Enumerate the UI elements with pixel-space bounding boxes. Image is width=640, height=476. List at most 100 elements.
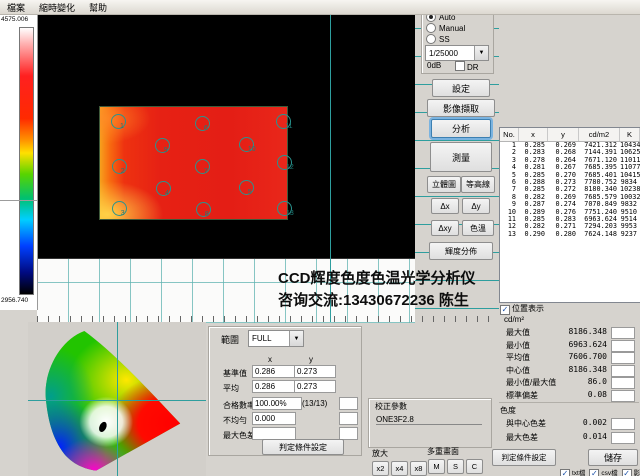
stat-indicator-box — [611, 377, 635, 389]
map3d-button[interactable]: 立體圖 — [427, 176, 461, 193]
measure-point-marker[interactable]: 1 — [111, 114, 126, 129]
measure-point-number: 7 — [204, 168, 208, 175]
delta-x-button[interactable]: Δx — [431, 198, 459, 214]
settings-button[interactable]: 設定 — [432, 79, 490, 97]
exposure-radio-ss[interactable]: SS — [426, 34, 493, 44]
menu-item[interactable]: 檔案 — [0, 1, 32, 14]
export-checkbox-影像檔[interactable]: 影像檔 — [622, 470, 640, 476]
measure-point-number: 11 — [285, 123, 292, 130]
export-checkbox-txt檔[interactable]: txt檔 — [560, 470, 585, 476]
stat-row: 最大值8186.348 — [500, 327, 639, 339]
judge-condition-button-2[interactable]: 判定條件設定 — [492, 449, 556, 466]
stat-indicator-box — [611, 327, 635, 339]
table-cell: 3 — [500, 157, 519, 164]
checkbox-icon[interactable] — [560, 469, 570, 476]
color-scale-bar — [19, 27, 34, 295]
stat-value: 6963.624 — [568, 340, 607, 349]
dr-checkbox-box[interactable] — [455, 61, 465, 71]
analyze-button[interactable]: 分析 — [431, 119, 491, 138]
position-display-checkbox[interactable]: 位置表示 — [500, 303, 544, 315]
position-checkbox-box[interactable] — [500, 305, 510, 315]
zoom-x2-button[interactable]: x2 — [372, 461, 389, 476]
measure-point-number: 3 — [121, 210, 125, 217]
radio-icon[interactable] — [426, 23, 436, 33]
pass-rate-label: 合格數率 — [223, 400, 255, 411]
zoom-x8-button[interactable]: x8 — [410, 461, 427, 476]
shutter-dropdown[interactable]: 1/25000 ▼ — [425, 45, 489, 61]
stat-row: 中心值8186.348 — [500, 365, 639, 377]
export-checkbox-csv檔[interactable]: csv檔 — [589, 470, 617, 476]
separator — [499, 402, 639, 403]
measure-point-marker[interactable]: 12 — [277, 155, 292, 170]
chevron-down-icon[interactable]: ▼ — [289, 331, 303, 346]
measure-point-marker[interactable]: 10 — [239, 137, 254, 152]
cie-crosshair-vertical — [117, 322, 118, 476]
measure-point-marker[interactable]: 4 — [156, 181, 171, 196]
capture-button[interactable]: 影像擷取 — [427, 99, 495, 117]
measure-point-marker[interactable]: 11 — [276, 114, 291, 129]
stat-value: 0.08 — [588, 390, 607, 399]
contour-button[interactable]: 等高線 — [461, 176, 495, 193]
table-cell: 4 — [500, 164, 519, 171]
table-col-header: No. — [500, 128, 519, 141]
stat-label: 平均值 — [506, 352, 530, 363]
measurement-table[interactable]: No.xycd/m2K 10.2850.2697421.3121043420.2… — [499, 127, 640, 303]
luminance-distribution-button[interactable]: 輝度分佈 — [429, 242, 493, 260]
chevron-down-icon[interactable]: ▼ — [474, 46, 488, 60]
dr-checkbox[interactable]: DR — [455, 61, 479, 72]
measure-point-number: 8 — [205, 211, 209, 218]
measure-button[interactable]: 測量 — [430, 142, 492, 172]
stat-value: 7606.700 — [568, 352, 607, 361]
measure-point-marker[interactable]: 2 — [112, 159, 127, 174]
table-row[interactable]: 130.2900.2807624.1489237 — [500, 231, 640, 238]
measure-point-marker[interactable]: 8 — [196, 202, 211, 217]
range-label: 範圍 — [221, 333, 239, 346]
checkbox-icon[interactable] — [589, 469, 599, 476]
delta-y-button[interactable]: Δy — [462, 198, 490, 214]
checkbox-icon[interactable] — [622, 469, 632, 476]
measure-point-marker[interactable]: 13 — [277, 201, 292, 216]
zoom-x4-button[interactable]: x4 — [391, 461, 408, 476]
range-value: FULL — [249, 334, 289, 343]
save-button[interactable]: 儲存 — [588, 449, 638, 466]
menu-item[interactable]: 縮時變化 — [32, 1, 82, 14]
exposure-radio-manual[interactable]: Manual — [426, 23, 493, 33]
stat-value: 86.0 — [588, 377, 607, 386]
average-label: 平均 — [223, 383, 239, 394]
multiscreen-m-button[interactable]: M — [428, 459, 445, 474]
average-y-field[interactable]: 0.273 — [294, 380, 336, 393]
profile-gridline-vertical — [130, 259, 131, 323]
thermal-image[interactable]: 16119102712453813 — [100, 107, 287, 219]
radio-icon[interactable] — [426, 34, 436, 44]
measure-point-marker[interactable]: 5 — [239, 180, 254, 195]
multiscreen-s-button[interactable]: S — [447, 459, 464, 474]
stat-label: 最大值 — [506, 327, 530, 338]
table-cell: 0.280 — [548, 231, 579, 238]
measure-point-number: 9 — [164, 147, 168, 154]
average-x-field[interactable]: 0.286 — [252, 380, 296, 393]
measure-point-marker[interactable]: 7 — [195, 159, 210, 174]
menu-item[interactable]: 幫助 — [82, 1, 114, 14]
multiscreen-group-label: 多重畫面 — [427, 446, 459, 457]
reference-x-field[interactable]: 0.286 — [252, 365, 296, 378]
stat-label: 標準偏差 — [506, 390, 538, 401]
export-checkboxes: txt檔 csv檔影像檔 — [560, 467, 640, 476]
cct-button[interactable]: 色溫 — [462, 220, 494, 236]
measure-point-marker[interactable]: 3 — [112, 201, 127, 216]
measurement-image-area[interactable]: 1 6 11 9 10 2 7 12 4 5 3 8 13 — [37, 14, 415, 258]
profile-gridline-vertical — [161, 259, 162, 323]
gridline-horizontal — [415, 140, 499, 141]
judge-condition-button[interactable]: 判定條件設定 — [262, 439, 344, 455]
delta-xy-button[interactable]: Δxy — [431, 220, 459, 236]
measure-point-marker[interactable]: 6 — [195, 116, 210, 131]
profile-gridline-vertical — [192, 259, 193, 323]
reference-y-field[interactable]: 0.273 — [294, 365, 336, 378]
export-checkbox-label: csv檔 — [601, 470, 617, 476]
measure-point-number: 10 — [248, 146, 256, 153]
measure-point-number: 2 — [121, 168, 125, 175]
stat-label: 最小值 — [506, 340, 530, 351]
col-x-label: x — [268, 355, 272, 364]
range-dropdown[interactable]: FULL ▼ — [248, 330, 304, 347]
multiscreen-c-button[interactable]: C — [466, 459, 483, 474]
measure-point-marker[interactable]: 9 — [155, 138, 170, 153]
